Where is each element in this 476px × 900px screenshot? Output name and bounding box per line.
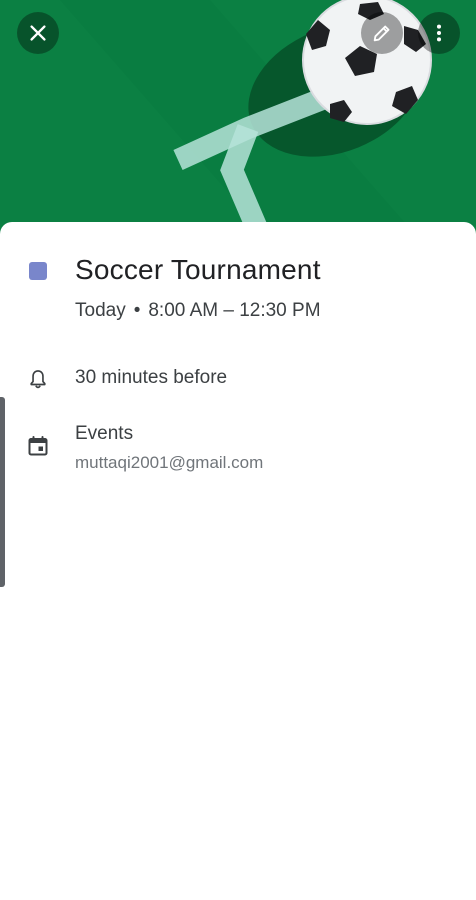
datetime-separator: • <box>133 300 141 321</box>
close-button[interactable] <box>17 12 59 54</box>
event-detail-screen: Soccer Tournament Today • 8:00 AM – 12:30 … <box>0 0 476 900</box>
event-details-sheet: Soccer Tournament Today • 8:00 AM – 12:30 … <box>0 222 476 900</box>
event-datetime: Today • 8:00 AM – 12:30 PM <box>75 300 321 322</box>
event-title: Soccer Tournament <box>75 254 321 285</box>
calendar-account: muttaqi2001@gmail.com <box>75 453 264 472</box>
calendar-name: Events <box>75 423 134 444</box>
event-header-illustration <box>0 0 476 240</box>
more-vert-icon <box>436 24 442 42</box>
more-options-button[interactable] <box>418 12 460 54</box>
event-day: Today <box>75 300 126 321</box>
edit-button[interactable] <box>361 12 403 54</box>
side-drag-handle[interactable] <box>0 397 5 587</box>
calendar-icon <box>26 434 50 458</box>
bell-icon <box>26 367 50 391</box>
soccer-field-illustration <box>60 0 432 240</box>
event-color-swatch <box>29 262 47 280</box>
edit-icon <box>373 25 390 42</box>
reminder-text: 30 minutes before <box>75 367 228 388</box>
event-time-range: 8:00 AM – 12:30 PM <box>148 300 321 321</box>
close-icon <box>30 25 46 41</box>
